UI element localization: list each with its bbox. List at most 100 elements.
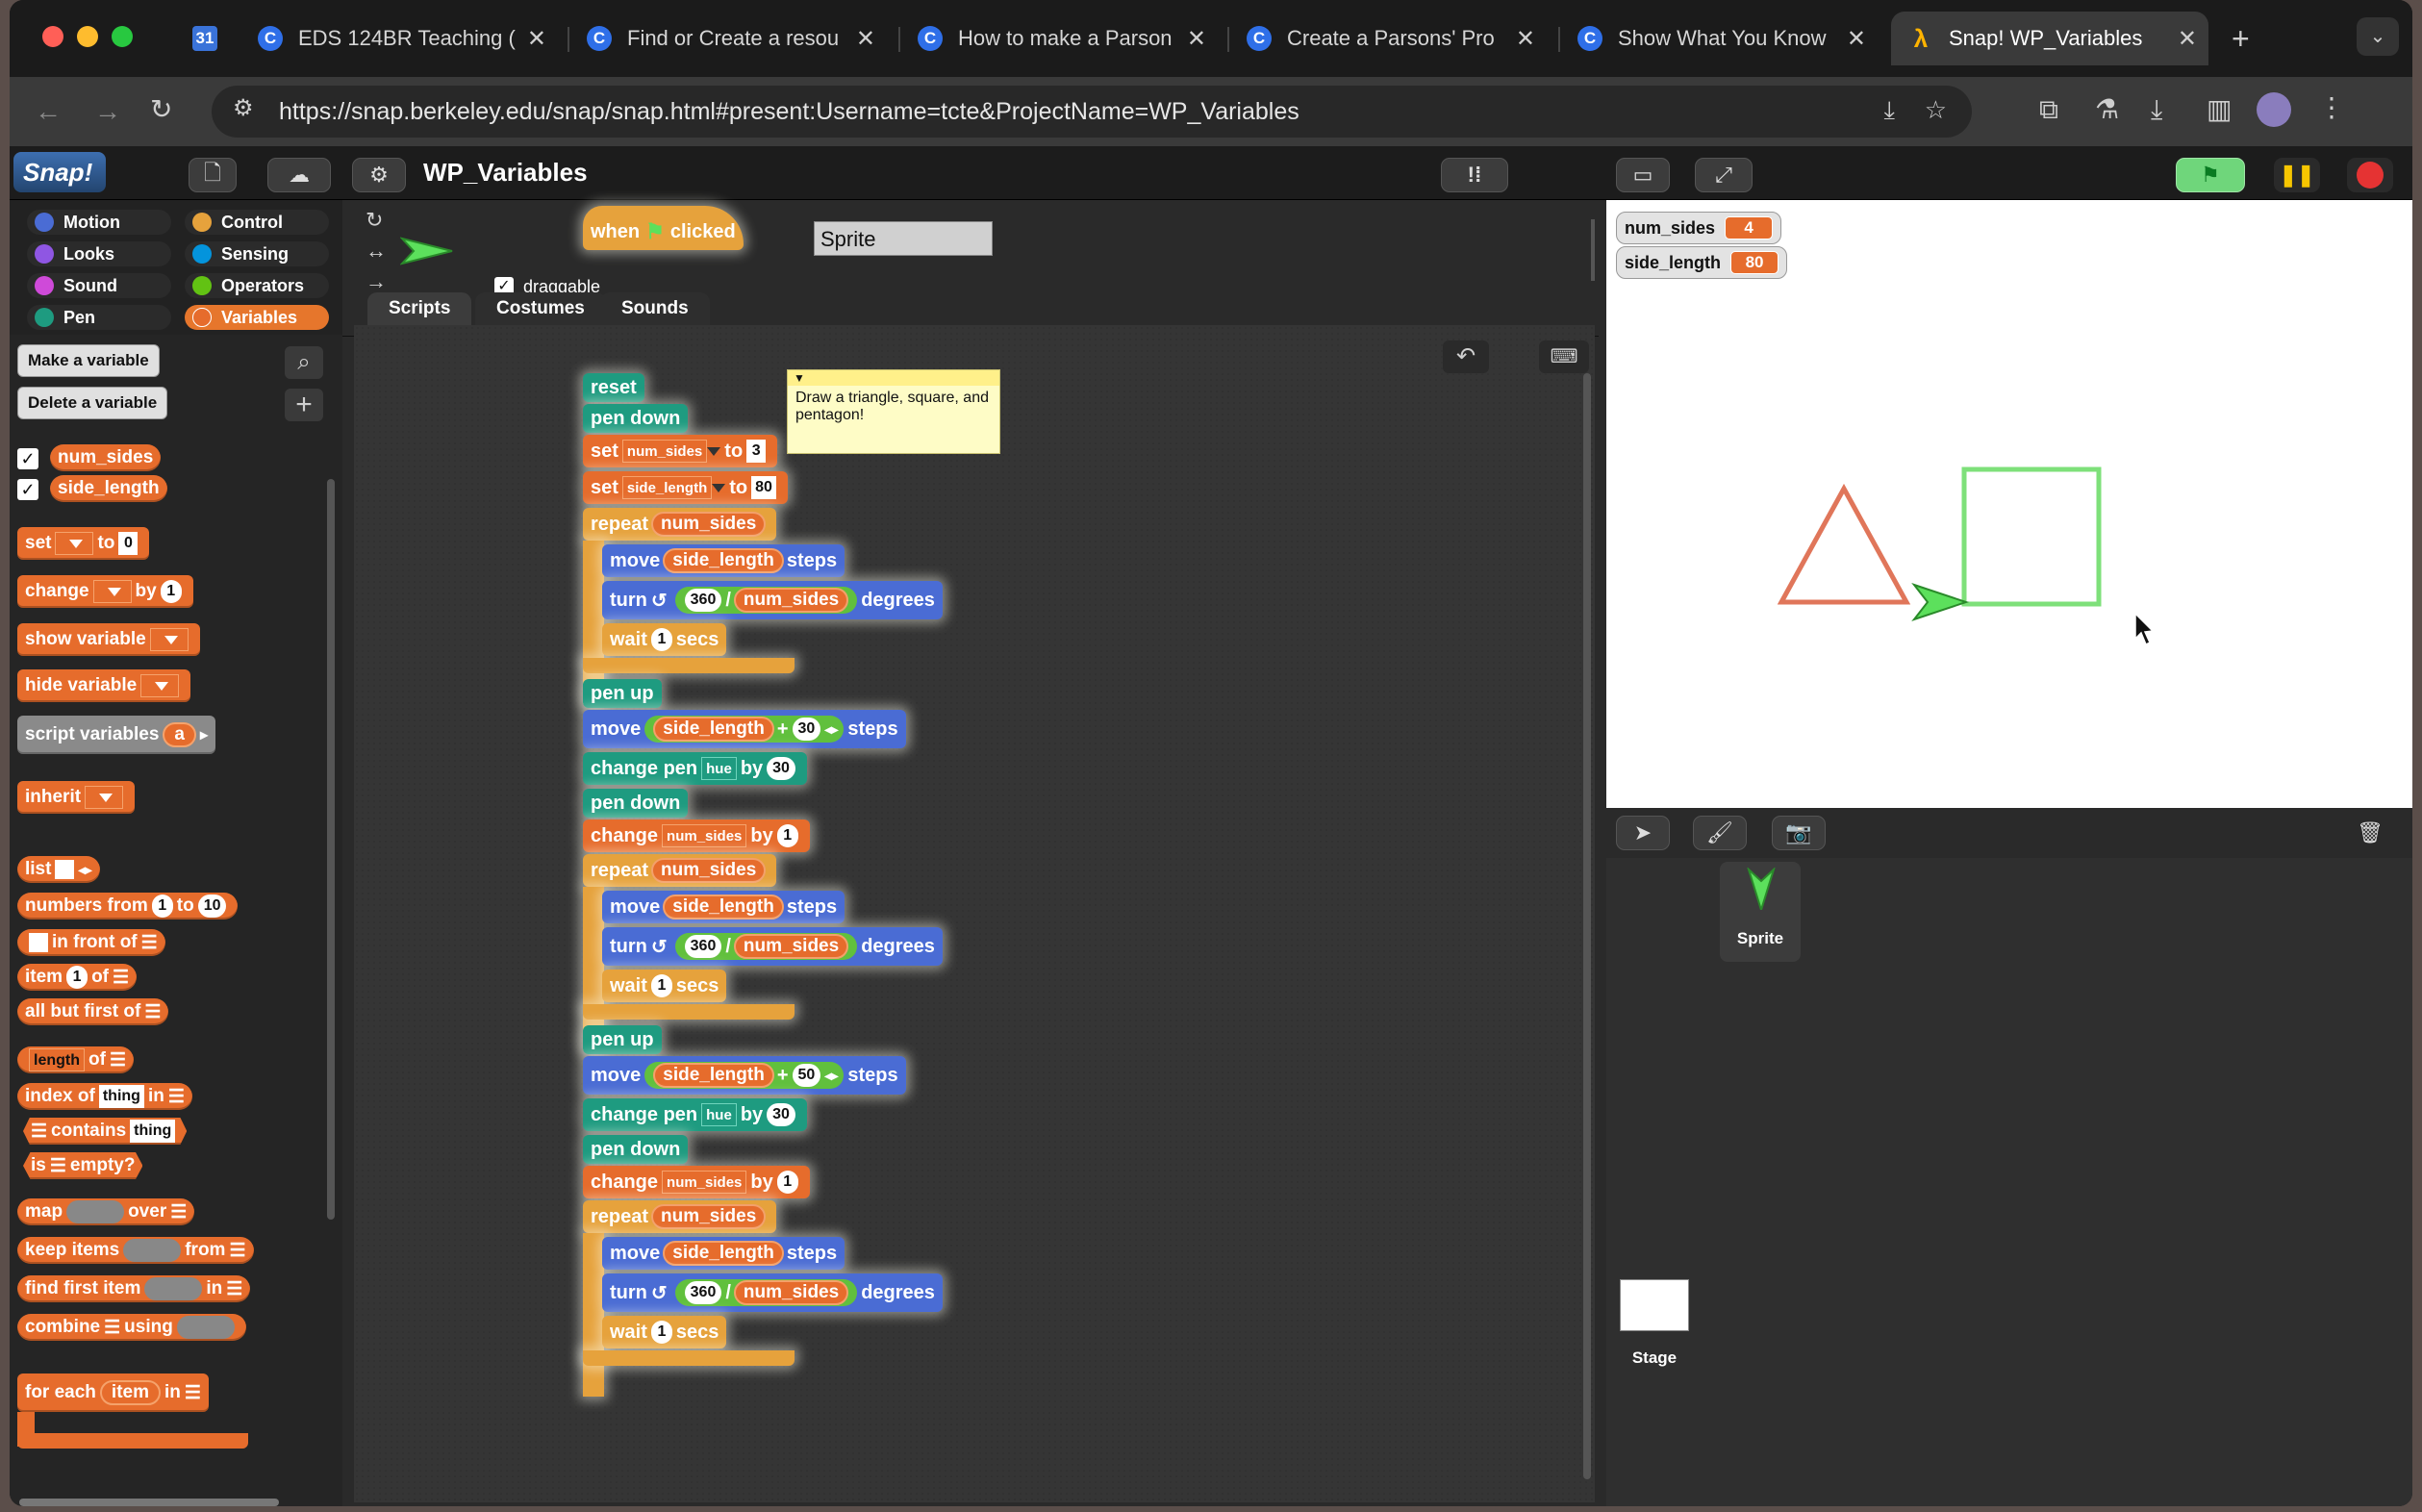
reset-block[interactable]: reset	[583, 373, 644, 402]
side-length-reporter[interactable]: side_length	[653, 717, 774, 742]
category-looks[interactable]: Looks	[27, 241, 171, 266]
paint-brush-icon[interactable]: 🖌	[1693, 816, 1747, 850]
stage-size-icon[interactable]: ▭	[1616, 158, 1670, 192]
search-icon[interactable]: ⌕	[285, 346, 323, 379]
trash-icon[interactable]: 🗑	[2343, 816, 2397, 850]
input-slot[interactable]: 1	[160, 580, 182, 603]
pen-attr-dropdown[interactable]: hue	[701, 757, 737, 780]
side-length-reporter[interactable]: side_length	[663, 895, 784, 920]
length-dropdown[interactable]: length	[29, 1048, 85, 1071]
stop-button[interactable]	[2347, 158, 2393, 192]
cloud-icon[interactable]: ☁	[267, 158, 331, 192]
palette-hscrollbar[interactable]	[19, 1499, 279, 1506]
side-length-reporter[interactable]: side_length	[663, 1241, 784, 1266]
tab-snap[interactable]: λ Snap! WP_Variables ✕	[1891, 12, 2208, 65]
install-icon[interactable]: ⤓	[1884, 97, 1896, 122]
category-pen[interactable]: Pen	[27, 305, 171, 330]
input-slot[interactable]: 50	[792, 1064, 821, 1087]
delete-variable-button[interactable]: Delete a variable	[17, 387, 168, 419]
wait-block[interactable]: wait 1 secs	[602, 970, 727, 1002]
tab-create[interactable]: C Create a Parsons' Pro ✕	[1229, 12, 1547, 65]
reload-icon[interactable]: ↻	[150, 96, 172, 123]
rotate-full-icon[interactable]: ↻	[366, 210, 383, 231]
in-front-of-block[interactable]: in front of ☰	[17, 929, 165, 956]
sprite-corral-item[interactable]: Sprite	[1720, 862, 1801, 962]
pen-down-block[interactable]: pen down	[583, 789, 689, 818]
list-block[interactable]: list ◂▸	[17, 856, 100, 883]
stage-thumbnail[interactable]	[1620, 1279, 1689, 1331]
side-length-variable-block[interactable]: side_length	[50, 475, 167, 502]
rotate-none-icon[interactable]: →	[366, 271, 387, 292]
turtle-icon[interactable]: ➤	[1616, 816, 1670, 850]
pen-up-block[interactable]: pen up	[583, 679, 662, 708]
close-tab-icon[interactable]: ✕	[1187, 25, 1206, 53]
palette-scrollbar[interactable]	[327, 479, 335, 1220]
back-icon[interactable]: ←	[35, 98, 62, 125]
is-empty-block[interactable]: is ☰ empty?	[23, 1152, 143, 1179]
wait-block[interactable]: wait 1 secs	[602, 623, 727, 656]
input-slot[interactable]: 30	[767, 1103, 795, 1126]
num-sides-reporter[interactable]: num_sides	[651, 512, 767, 537]
input-slot[interactable]: 360	[684, 589, 722, 612]
script-variables-block[interactable]: script variables a ▸	[17, 716, 216, 754]
num-sides-reporter[interactable]: num_sides	[651, 1204, 767, 1229]
change-num-sides-block[interactable]: change num_sides by 1	[583, 819, 810, 852]
input-slot[interactable]: thing	[130, 1120, 176, 1143]
var-dropdown[interactable]: num_sides	[662, 824, 747, 847]
tab-howto[interactable]: C How to make a Parson ✕	[900, 12, 1218, 65]
turn-block[interactable]: turn ↺ 360/num_sides degrees	[602, 581, 943, 619]
forward-icon[interactable]: →	[94, 98, 121, 125]
show-variable-block[interactable]: show variable	[17, 623, 200, 656]
when-flag-clicked-hat-block[interactable]: when ⚑ clicked	[583, 206, 744, 250]
find-first-item-block[interactable]: find first item in ☰	[17, 1275, 251, 1302]
make-variable-button[interactable]: Make a variable	[17, 344, 160, 377]
repeat-block[interactable]: repeat num_sides	[583, 1200, 777, 1233]
input-slot[interactable]: 3	[746, 440, 767, 463]
tab-scripts[interactable]: Scripts	[367, 292, 472, 325]
input-slot[interactable]: 1	[776, 824, 798, 847]
hide-variable-block[interactable]: hide variable	[17, 669, 191, 702]
tab-calendar[interactable]: 31	[175, 12, 233, 65]
close-tab-icon[interactable]: ✕	[1847, 25, 1866, 53]
new-tab-button[interactable]: +	[2232, 23, 2250, 54]
keyboard-entry-icon[interactable]: ⌨	[1539, 340, 1589, 373]
pen-up-block[interactable]: pen up	[583, 1025, 662, 1054]
for-each-block[interactable]: for each item in ☰	[17, 1373, 209, 1412]
snap-logo[interactable]: Snap!	[13, 152, 106, 192]
extensions-icon[interactable]: ⧉	[2039, 96, 2058, 123]
category-operators[interactable]: Operators	[185, 273, 329, 298]
all-but-first-block[interactable]: all but first of ☰	[17, 998, 169, 1025]
set-var-block[interactable]: set to 0	[17, 527, 150, 560]
close-tab-icon[interactable]: ✕	[856, 25, 875, 53]
tab-find[interactable]: C Find or Create a resou ✕	[569, 12, 887, 65]
input-slot[interactable]: 1	[776, 1171, 798, 1194]
category-control[interactable]: Control	[185, 210, 329, 235]
bookmark-star-icon[interactable]: ☆	[1925, 97, 1947, 122]
inherit-block[interactable]: inherit	[17, 781, 136, 814]
item-of-block[interactable]: item 1 of ☰	[17, 964, 138, 991]
input-slot[interactable]: 1	[151, 895, 173, 918]
repeat-block[interactable]: repeat num_sides	[583, 854, 777, 887]
keep-items-block[interactable]: keep items from ☰	[17, 1237, 254, 1264]
change-var-block[interactable]: change by 1	[17, 575, 193, 608]
add-block-icon[interactable]: +	[285, 389, 323, 421]
move-block[interactable]: move side_length steps	[602, 544, 845, 577]
num-sides-reporter[interactable]: num_sides	[733, 1280, 849, 1305]
input-slot[interactable]: 30	[792, 718, 821, 741]
tab-show[interactable]: C Show What You Know ✕	[1560, 12, 1878, 65]
input-slot[interactable]: 30	[767, 757, 795, 780]
site-settings-icon[interactable]: ⚙	[233, 97, 254, 120]
close-tab-icon[interactable]: ✕	[2178, 25, 2197, 53]
input-slot[interactable]: 1	[650, 628, 672, 651]
green-flag-button[interactable]: ⚑	[2176, 158, 2245, 192]
side-length-watcher-checkbox[interactable]: ✓	[17, 479, 38, 500]
unused-blocks-icon[interactable]: !⁞	[1441, 158, 1508, 192]
repeat-block[interactable]: repeat num_sides	[583, 508, 777, 541]
tab-costumes[interactable]: Costumes	[475, 292, 606, 325]
undo-icon[interactable]: ↶	[1443, 340, 1489, 373]
combine-block[interactable]: combine ☰ using	[17, 1314, 246, 1341]
turn-block[interactable]: turn ↺ 360/num_sides degrees	[602, 927, 943, 966]
zoom-window-button[interactable]	[112, 26, 133, 47]
input-slot[interactable]: 1	[650, 974, 672, 997]
scripts-scrollbar[interactable]	[1583, 373, 1591, 1479]
